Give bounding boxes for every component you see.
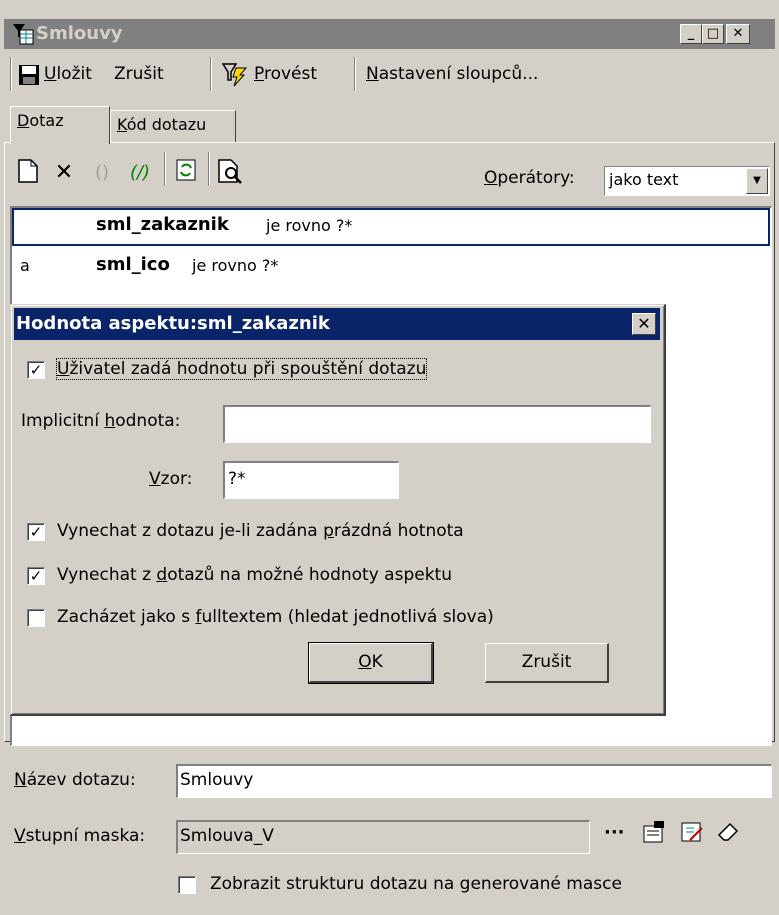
tab-query-code-accel: K	[117, 115, 127, 134]
operators-label: Operátory:	[484, 168, 575, 188]
query-row-field: sml_zakaznik	[96, 214, 229, 235]
ok-button[interactable]: OK	[308, 642, 434, 684]
edit-mask-icon[interactable]	[678, 820, 706, 848]
toolbar-separator	[210, 57, 212, 91]
tab-strip: Dotaz Kód dotazu	[4, 104, 775, 144]
columns-label: astavení sloupců...	[378, 64, 539, 84]
toolbar-separator	[354, 57, 356, 91]
run-query-icon	[221, 62, 250, 88]
cancel-button[interactable]: Zrušit	[114, 64, 164, 84]
query-name-input[interactable]: Smlouvy	[176, 764, 772, 798]
mask-properties-icon[interactable]	[640, 820, 668, 848]
aspect-value-dialog: Hodnota aspektu:sml_zakaznik ✕ ✓ Uživate…	[10, 304, 666, 716]
window-title: Smlouvy	[36, 23, 123, 44]
query-row-conjunction: a	[20, 256, 30, 275]
minimize-button[interactable]: _	[680, 24, 702, 44]
pattern-input[interactable]: ?*	[223, 461, 399, 499]
delete-icon[interactable]: ✕	[50, 158, 78, 188]
save-label: ložit	[56, 64, 92, 84]
default-accel: h	[104, 411, 116, 431]
query-name-label-text: ázev dotazu:	[26, 770, 136, 790]
table-filter-icon	[12, 23, 34, 45]
toolbar-separator	[208, 152, 210, 186]
refresh-icon[interactable]	[172, 158, 200, 188]
main-toolbar: Uložit Zrušit Provést Nastavení sloupců.…	[4, 52, 775, 96]
omit-values-pre: Vynechat z	[57, 565, 157, 585]
save-icon	[18, 64, 40, 86]
ok-label: K	[371, 652, 383, 672]
input-mask-accel: V	[14, 826, 26, 846]
omit-empty-label: Vynechat z dotazu je-li zadána prázdná h…	[57, 521, 464, 541]
maximize-button[interactable]: □	[702, 24, 724, 44]
parentheses-icon[interactable]: ()	[88, 158, 116, 188]
run-accel: P	[254, 64, 264, 84]
omit-empty-pre: Vynechat z dotazu je-li zadána	[57, 521, 324, 541]
dialog-close-button[interactable]: ✕	[632, 313, 656, 335]
pattern-label: Vzor:	[149, 469, 192, 489]
tab-query-code[interactable]: Kód dotazu	[110, 110, 236, 142]
pattern-label-text: zor:	[160, 469, 193, 489]
omit-empty-accel: p	[323, 521, 334, 541]
window-titlebar[interactable]: Smlouvy _ □ ✕	[4, 19, 775, 49]
column-settings-button[interactable]: Nastavení sloupců...	[366, 64, 538, 84]
query-name-accel: N	[14, 770, 27, 790]
tab-query-label: otaz	[29, 111, 64, 130]
show-structure-checkbox[interactable]	[178, 876, 196, 894]
tab-query-accel: D	[17, 111, 30, 130]
dialog-cancel-button[interactable]: Zrušit	[485, 643, 609, 683]
query-row-operator: je rovno ?*	[192, 256, 279, 275]
omit-values-post: otazů na možné hodnoty aspektu	[167, 565, 452, 585]
browse-button[interactable]: ···	[604, 822, 625, 843]
ok-accel: O	[358, 652, 372, 672]
dialog-titlebar[interactable]: Hodnota aspektu:sml_zakaznik ✕	[14, 308, 660, 340]
operators-value: jako text	[609, 170, 679, 189]
omit-empty-checkbox[interactable]: ✓	[27, 523, 45, 541]
save-accel: U	[44, 64, 57, 84]
input-mask-label: Vstupní maska:	[14, 826, 145, 846]
input-mask-label-text: stupní maska:	[25, 826, 146, 846]
query-row[interactable]: a sml_ico je rovno ?*	[12, 248, 770, 286]
operators-select[interactable]: jako text ▼	[604, 166, 770, 196]
dropdown-arrow-icon[interactable]: ▼	[746, 168, 768, 194]
operators-label-text: perátory:	[497, 168, 575, 188]
user-enters-text: živatel zadá hodnotu při spouštění dotaz…	[69, 359, 427, 379]
omit-values-label: Vynechat z dotazů na možné hodnoty aspek…	[57, 565, 452, 585]
user-enters-label: Uživatel zadá hodnotu při spouštění dota…	[55, 358, 428, 380]
query-row-field: sml_ico	[96, 254, 170, 275]
close-button[interactable]: ✕	[726, 24, 750, 44]
remove-parentheses-icon[interactable]: (/)	[126, 158, 154, 188]
tab-query-code-label: ód dotazu	[126, 115, 207, 134]
fulltext-checkbox[interactable]	[27, 609, 45, 627]
default-value-input[interactable]	[223, 405, 651, 443]
query-name-label: Název dotazu:	[14, 770, 136, 790]
query-row[interactable]: sml_zakaznik je rovno ?*	[12, 208, 770, 246]
show-structure-label: Zobrazit strukturu dotazu na generované …	[210, 874, 622, 894]
fulltext-label: Zacházet jako s fulltextem (hledat jedno…	[57, 607, 494, 627]
pattern-accel: V	[149, 469, 161, 489]
eraser-icon[interactable]	[714, 820, 742, 848]
preview-icon[interactable]	[216, 158, 244, 188]
fulltext-pre: Zacházet jako s	[57, 607, 196, 627]
columns-accel: N	[366, 64, 379, 84]
tab-query[interactable]: Dotaz	[10, 106, 110, 144]
operators-accel: O	[484, 168, 498, 188]
new-condition-icon[interactable]	[14, 158, 42, 188]
toolbar-separator	[164, 152, 166, 186]
run-label: rovést	[263, 64, 318, 84]
fulltext-post: ulltextem (hledat jednotlivá slova)	[201, 607, 494, 627]
omit-values-accel: d	[156, 565, 168, 585]
omit-empty-post: rázdná hotnota	[333, 521, 464, 541]
query-row-operator: je rovno ?*	[266, 216, 353, 235]
user-enters-accel: U	[57, 359, 70, 379]
toolbar-separator	[10, 57, 12, 91]
omit-values-checkbox[interactable]: ✓	[27, 567, 45, 585]
dialog-title: Hodnota aspektu:sml_zakaznik	[16, 313, 330, 334]
input-mask-field[interactable]: Smlouva_V	[176, 820, 590, 854]
default-value-label: Implicitní hodnota:	[21, 411, 180, 431]
default-label-post: odnota:	[115, 411, 181, 431]
user-enters-checkbox[interactable]: ✓	[27, 361, 45, 379]
default-label-pre: Implicitní	[21, 411, 105, 431]
